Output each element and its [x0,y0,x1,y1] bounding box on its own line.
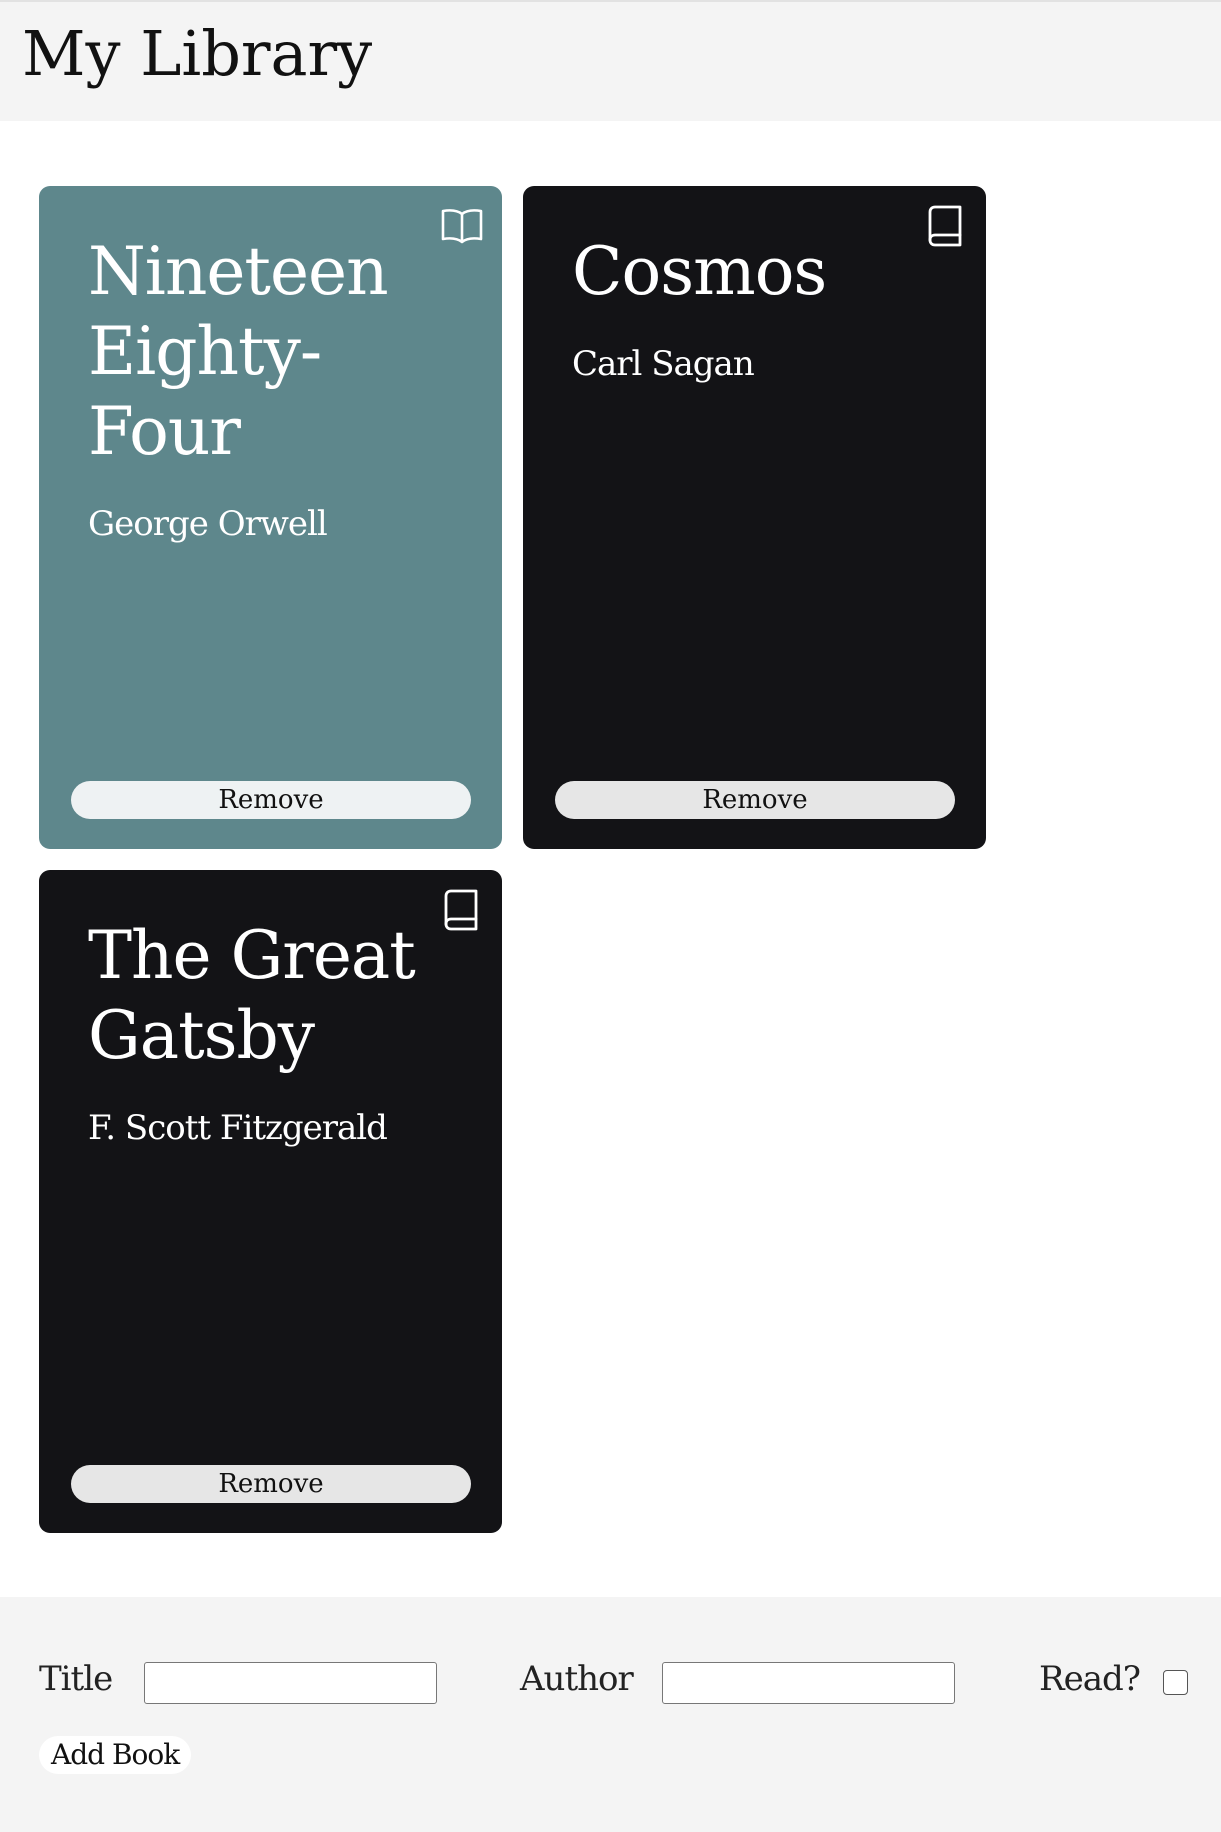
book-author: F. Scott Fitzgerald [88,1108,388,1148]
remove-button[interactable]: Remove [71,781,471,819]
add-book-button[interactable]: Add Book [39,1736,192,1774]
remove-button[interactable]: Remove [555,781,955,819]
book-title: Cosmos [572,233,827,310]
read-label: Read? [1039,1659,1141,1699]
title-label: Title [39,1659,113,1699]
remove-button[interactable]: Remove [71,1465,471,1503]
read-checkbox[interactable] [1163,1670,1188,1695]
author-label: Author [520,1659,634,1699]
add-book-form: Title Author Read? Add Book [0,1597,1221,1832]
page-title: My Library [22,17,373,90]
book-card: The Great Gatsby F. Scott Fitzgerald Rem… [39,870,502,1533]
book-title: The Great Gatsby [88,917,416,1074]
author-input[interactable] [662,1662,955,1704]
book-author: Carl Sagan [572,344,755,384]
title-input[interactable] [144,1662,437,1704]
book-card: Nineteen Eighty- Four George Orwell Remo… [39,186,502,849]
book-grid: Nineteen Eighty- Four George Orwell Remo… [39,186,1039,1536]
book-author: George Orwell [88,504,328,544]
book-card: Cosmos Carl Sagan Remove [523,186,986,849]
app-header: My Library [0,0,1221,121]
book-title: Nineteen Eighty- Four [88,233,389,470]
